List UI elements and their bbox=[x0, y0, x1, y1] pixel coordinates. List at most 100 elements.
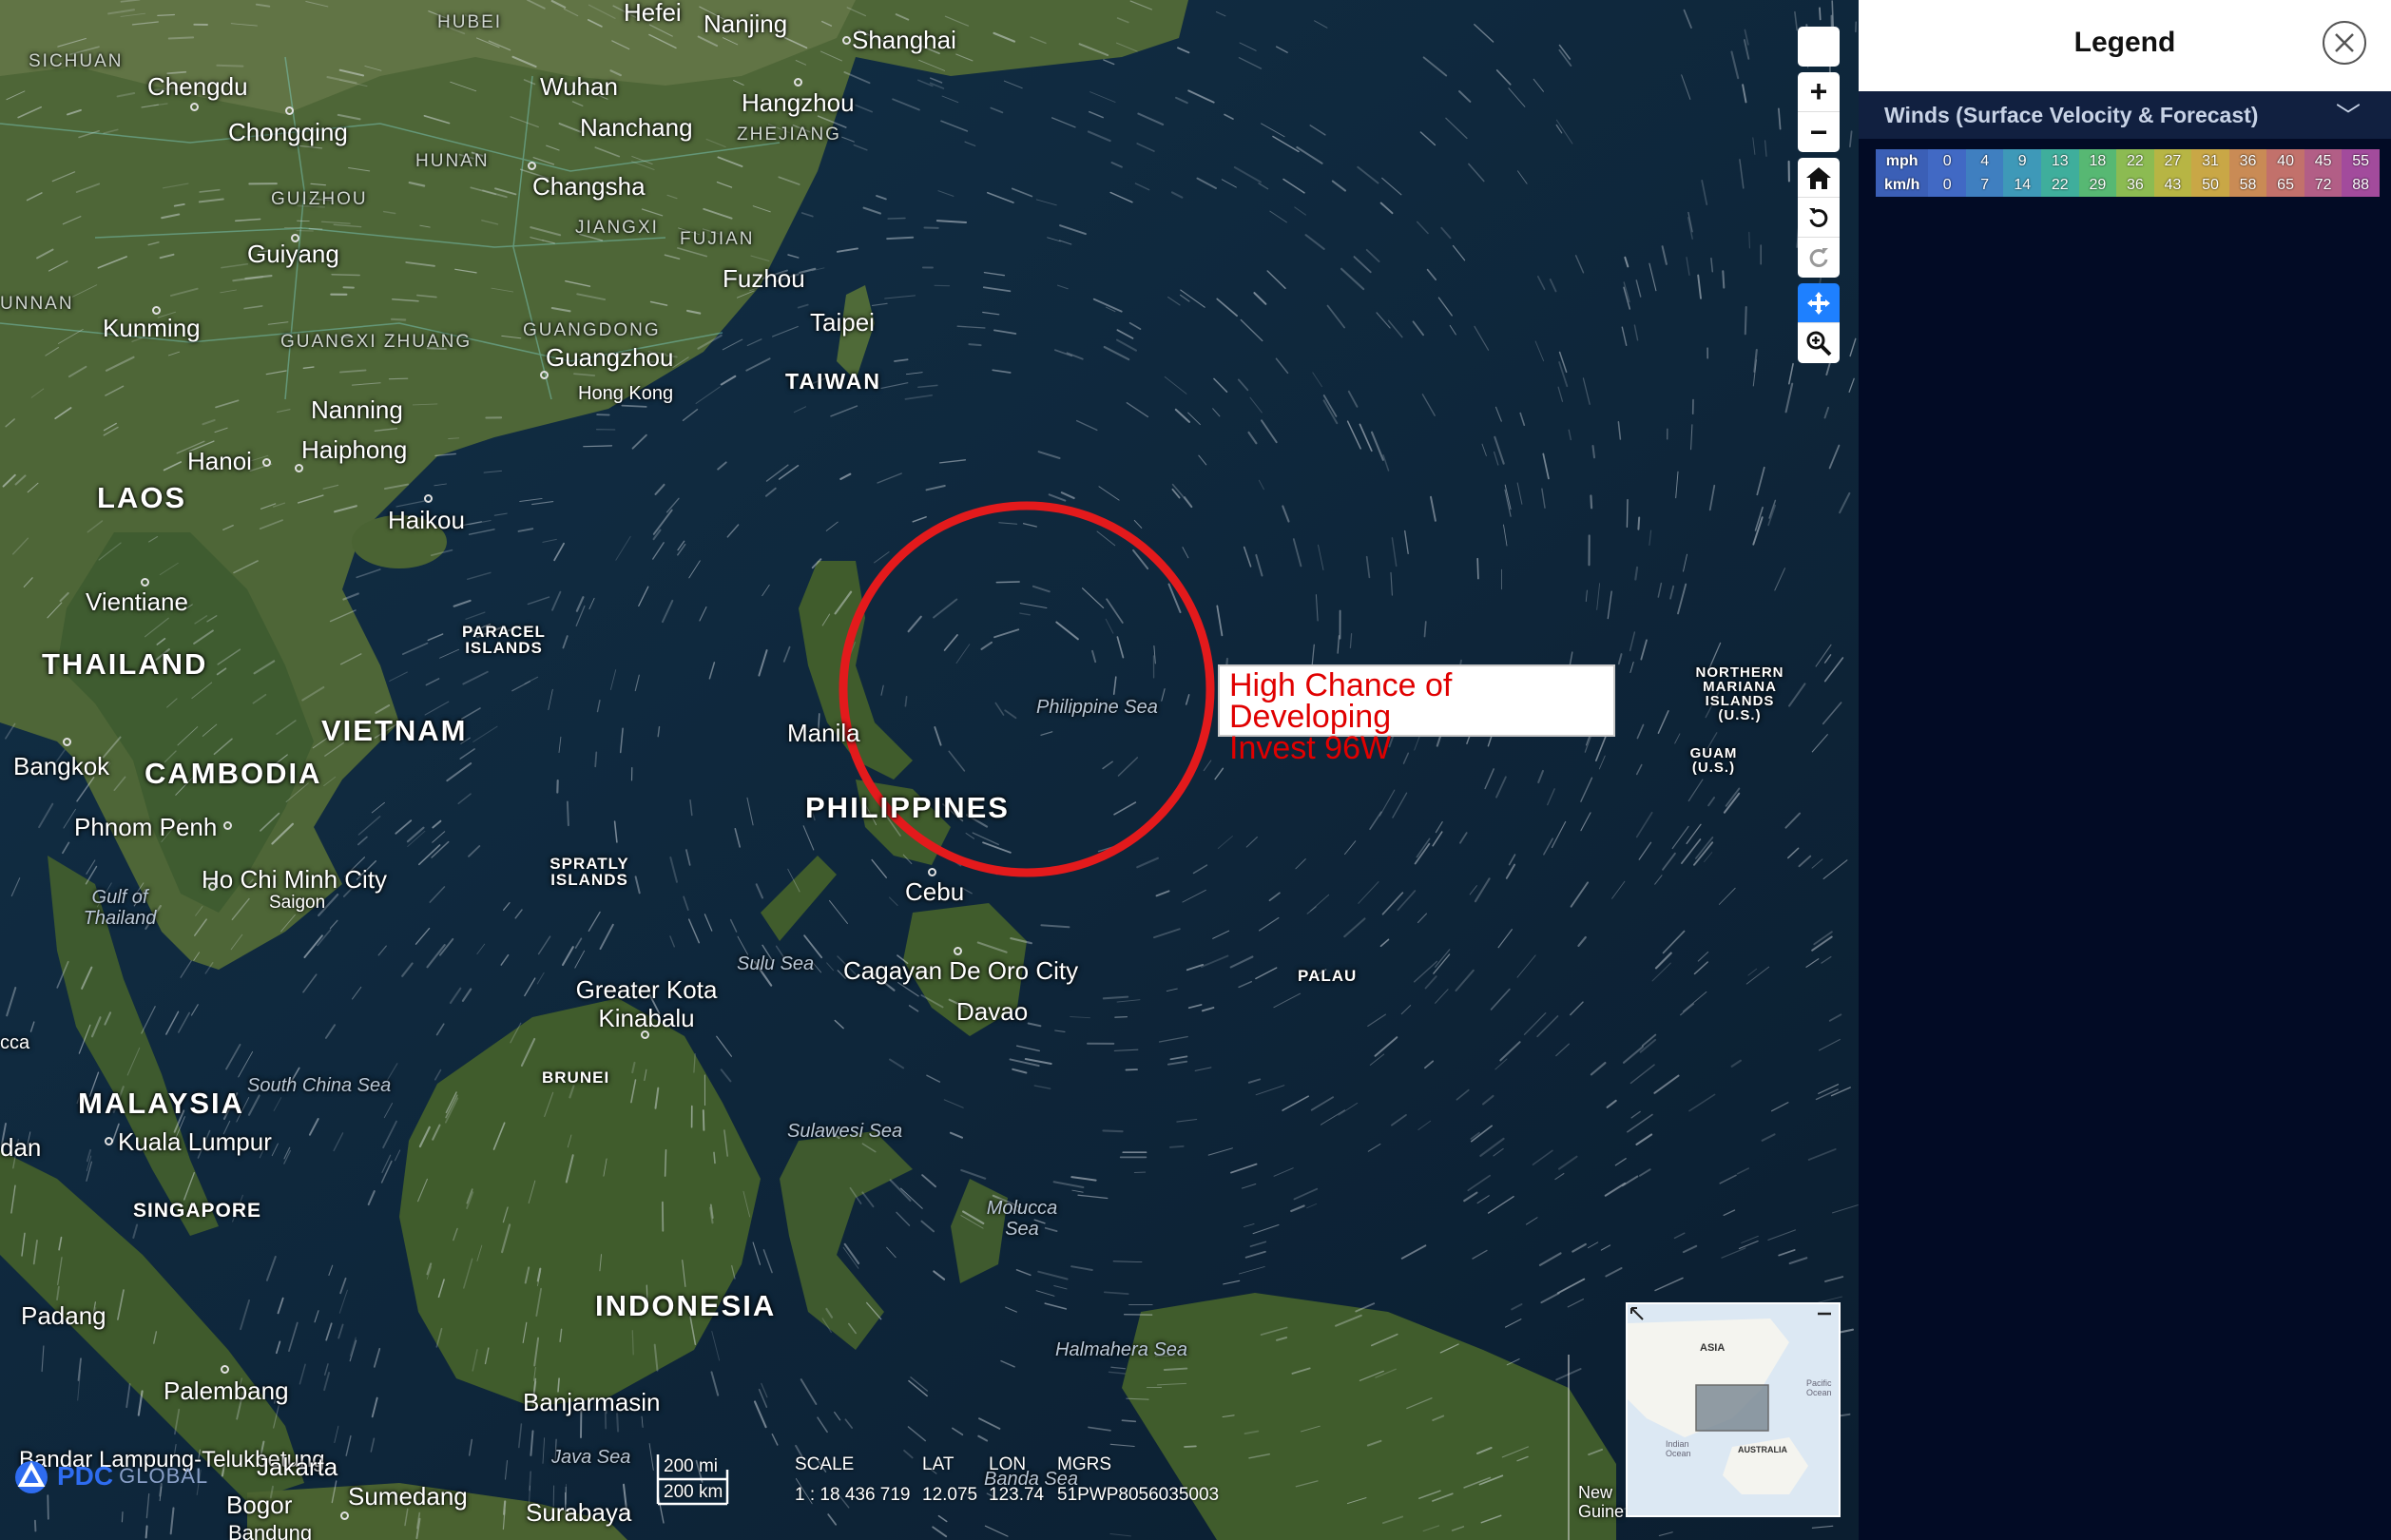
wind-scale-kmh-value: 88 bbox=[2352, 176, 2370, 193]
wind-scale-step: 47 bbox=[1965, 149, 2004, 197]
label-hefei: Hefei bbox=[624, 0, 682, 27]
label-brunei: BRUNEI bbox=[542, 1068, 610, 1087]
city-dot bbox=[208, 882, 217, 891]
label-nanchang: Nanchang bbox=[580, 113, 693, 142]
wind-scale-step: 18 29 bbox=[2078, 149, 2117, 197]
label-gulf-of-thailand: Gulf of Thailand bbox=[83, 887, 157, 929]
wind-scale-kmh-value: 50 bbox=[2202, 176, 2219, 193]
city-dot bbox=[928, 868, 936, 876]
wind-scale-step: 22 36 bbox=[2116, 149, 2154, 197]
city-dot bbox=[223, 821, 232, 830]
legend-close-button[interactable] bbox=[2323, 21, 2366, 65]
label-new-guinea: New Guine bbox=[1578, 1483, 1625, 1521]
map-view[interactable]: SICHUAN HUBEI ZHEJIANG HUNAN GUIZHOU JIA… bbox=[0, 0, 1859, 1540]
wind-streak bbox=[1114, 1015, 1128, 1018]
label-philippines: PHILIPPINES bbox=[805, 791, 1010, 824]
label-guangzhou: Guangzhou bbox=[546, 343, 674, 372]
label-saigon: Saigon bbox=[269, 893, 326, 913]
lon-value: 123.74 bbox=[989, 1485, 1045, 1505]
wind-scale-kmh-value: 7 bbox=[1980, 176, 1990, 193]
wind-scale-kmh-value: 22 bbox=[2051, 176, 2069, 193]
pan-button[interactable] bbox=[1798, 283, 1840, 323]
label-hangzhou: Hangzhou bbox=[742, 88, 855, 117]
legend-header: Legend bbox=[1859, 0, 2391, 91]
wind-scale-kmh-value: 58 bbox=[2239, 176, 2257, 193]
wind-streak bbox=[583, 445, 613, 448]
wind-streak bbox=[308, 227, 323, 230]
chevron-down-icon[interactable]: ﹀ bbox=[2336, 97, 2361, 132]
wind-scale-step: 00 bbox=[1928, 149, 1966, 197]
label-phnom-penh: Phnom Penh bbox=[74, 813, 218, 841]
scale-bar: 200 mi 200 km bbox=[656, 1456, 799, 1504]
wind-scale-step: 9 14 bbox=[2003, 149, 2042, 197]
label-paracel: PARACEL ISLANDS bbox=[462, 623, 546, 657]
label-davao: Davao bbox=[956, 997, 1029, 1026]
close-icon bbox=[2335, 33, 2354, 52]
wind-scale-step: 45 72 bbox=[2304, 149, 2343, 197]
wind-streak bbox=[1744, 305, 1747, 336]
wind-streak bbox=[1169, 1145, 1185, 1148]
wind-scale-step: 31 50 bbox=[2191, 149, 2229, 197]
wind-scale-mph-value: 18 bbox=[2089, 152, 2107, 169]
label-guangdong: GUANGDONG bbox=[523, 320, 661, 340]
scale-bar-mi: 200 mi bbox=[664, 1456, 719, 1476]
invest-96w-callout[interactable]: High Chance of Developing Invest 96W bbox=[1218, 664, 1615, 764]
zoom-in-button[interactable]: + bbox=[1798, 72, 1840, 112]
rotate-left-button[interactable] bbox=[1798, 198, 1840, 238]
label-guiyang: Guiyang bbox=[247, 240, 339, 268]
label-south-china-sea: South China Sea bbox=[247, 1075, 392, 1096]
legend-layer-header[interactable]: Winds (Surface Velocity & Forecast) ﹀ bbox=[1859, 91, 2391, 139]
label-fuzhou: Fuzhou bbox=[723, 264, 805, 293]
wind-streak bbox=[390, 318, 407, 321]
wind-streak bbox=[1748, 231, 1750, 249]
pdc-logo: PDC GLOBAL bbox=[11, 1458, 208, 1494]
wind-speed-scale: mph km/h 0 0 4 7 9 14 13 22 18 29 22 36 27 43 31 50 36 58… bbox=[1876, 149, 2380, 197]
wind-streak bbox=[1476, 557, 1479, 580]
wind-streak bbox=[167, 36, 195, 40]
city-dot bbox=[152, 306, 161, 315]
zoom-box-button[interactable] bbox=[1798, 323, 1840, 363]
label-bangkok: Bangkok bbox=[13, 752, 110, 780]
city-dot bbox=[63, 738, 71, 746]
app-root: SICHUAN HUBEI ZHEJIANG HUNAN GUIZHOU JIA… bbox=[0, 0, 2391, 1540]
blank-button[interactable] bbox=[1798, 27, 1840, 67]
wind-scale-units: mph km/h bbox=[1876, 149, 1929, 197]
label-sulawesi-sea: Sulawesi Sea bbox=[787, 1121, 903, 1142]
label-jiangxi: JIANGXI bbox=[575, 218, 659, 238]
wind-streak bbox=[145, 1525, 148, 1539]
wind-scale-mph-value: 22 bbox=[2126, 152, 2144, 169]
wind-scale-mph-value: 9 bbox=[2017, 152, 2027, 169]
scale-label: SCALE bbox=[795, 1454, 855, 1474]
city-dot bbox=[295, 464, 303, 472]
wind-scale-mph-value: 13 bbox=[2051, 152, 2069, 169]
zoom-out-button[interactable]: − bbox=[1798, 112, 1840, 152]
label-banjarmasin: Banjarmasin bbox=[523, 1388, 661, 1416]
label-cambodia: CAMBODIA bbox=[145, 757, 322, 790]
overview-map[interactable]: ASIA Pacific Ocean Indian Ocean AUSTRALI… bbox=[1626, 1302, 1841, 1517]
home-icon bbox=[1806, 166, 1831, 189]
city-dot bbox=[842, 36, 851, 45]
rotate-right-button[interactable] bbox=[1798, 238, 1840, 278]
wind-scale-mph-value: 27 bbox=[2164, 152, 2182, 169]
wind-streak bbox=[33, 1519, 37, 1532]
city-dot bbox=[262, 458, 271, 467]
mgrs-label: MGRS bbox=[1057, 1454, 1111, 1474]
label-haikou: Haikou bbox=[388, 506, 465, 534]
label-sichuan: SICHUAN bbox=[29, 51, 124, 71]
wind-scale-step: 36 58 bbox=[2228, 149, 2267, 197]
rotate-right-icon bbox=[1809, 248, 1828, 267]
wind-streak bbox=[216, 64, 244, 67]
wind-streak bbox=[594, 751, 598, 768]
wind-scale-kmh-value: 65 bbox=[2277, 176, 2294, 193]
wind-streak bbox=[664, 1148, 667, 1177]
lat-label: LAT bbox=[922, 1454, 954, 1474]
label-bandung: Bandung bbox=[228, 1521, 313, 1540]
label-dan: dan bbox=[0, 1133, 42, 1162]
city-dot bbox=[221, 1365, 229, 1374]
home-button[interactable] bbox=[1798, 158, 1840, 198]
overview-label-indian: Indian Ocean bbox=[1666, 1439, 1691, 1458]
wind-streak bbox=[886, 236, 915, 241]
wind-streak bbox=[1121, 1419, 1137, 1423]
overview-map-graphic bbox=[1628, 1304, 1839, 1515]
label-bogor: Bogor bbox=[226, 1491, 293, 1519]
